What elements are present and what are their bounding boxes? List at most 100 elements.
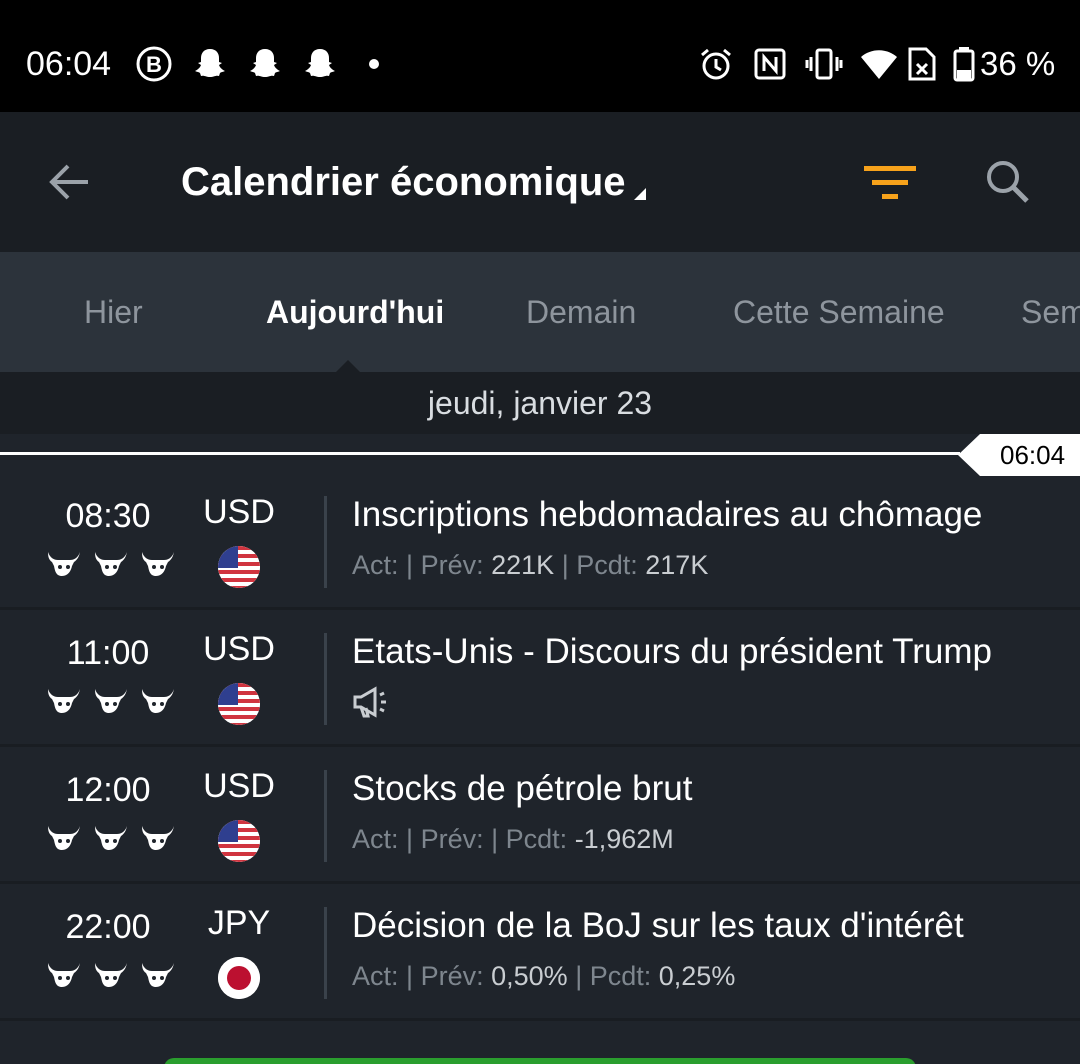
battery-icon — [952, 44, 976, 84]
forecast-label: Prév: — [420, 550, 484, 580]
actual-label: Act: — [352, 824, 399, 854]
bull-icon — [142, 689, 174, 713]
snapchat-icon — [245, 44, 285, 84]
current-time-line — [0, 452, 960, 455]
forecast-value: 0,50% — [491, 961, 568, 991]
svg-text:B: B — [146, 52, 162, 77]
us-flag-icon — [218, 820, 260, 862]
bull-icon — [142, 826, 174, 850]
app-bar: Calendrier économique — [0, 112, 1080, 252]
event-name: Etats-Unis - Discours du président Trump — [352, 632, 992, 671]
event-row[interactable]: 22:00 JPY Décision de la BoJ sur les tau… — [0, 887, 1080, 1021]
actual-label: Act: — [352, 961, 399, 991]
separator-bar: | — [561, 550, 569, 580]
bull-icon — [142, 552, 174, 576]
separator — [324, 633, 327, 725]
event-row[interactable]: 08:30 USD Inscriptions hebdomadaires au … — [0, 476, 1080, 610]
importance-bulls — [46, 548, 176, 578]
event-currency: USD — [203, 493, 275, 531]
tab-aujourdhui[interactable]: Aujourd'hui — [266, 292, 444, 332]
event-time: 12:00 — [65, 771, 151, 809]
search-icon — [987, 161, 1029, 203]
status-time: 06:04 — [26, 45, 112, 83]
event-name: Décision de la BoJ sur les taux d'intérê… — [352, 906, 964, 945]
date-label: jeudi, janvier 23 — [427, 385, 653, 421]
event-time: 08:30 — [65, 497, 151, 535]
date-header: jeudi, janvier 23 — [0, 372, 1080, 434]
jp-flag-icon — [218, 957, 260, 999]
dropdown-caret-icon[interactable] — [630, 184, 650, 204]
previous-value: 217K — [645, 550, 709, 580]
separator — [324, 496, 327, 588]
forecast-value: 221K — [491, 550, 555, 580]
bull-icon — [95, 963, 127, 987]
forecast-label: Prév: — [420, 961, 484, 991]
event-row[interactable]: 12:00 USD Stocks de pétrole brut Act: | … — [0, 750, 1080, 884]
bull-icon — [48, 826, 80, 850]
date-tabs: Hier Aujourd'hui Demain Cette Semaine Se… — [0, 252, 1080, 372]
battery-percent: 36 % — [980, 45, 1056, 82]
importance-bulls — [46, 959, 176, 989]
event-details: Act: | Prév: 221K | Pcdt: 217K — [352, 548, 708, 582]
sim-icon — [904, 44, 940, 84]
wifi-icon — [858, 44, 900, 84]
importance-bulls — [46, 685, 176, 715]
alarm-icon — [696, 44, 736, 84]
search-button[interactable] — [978, 152, 1042, 216]
snapchat-icon — [300, 44, 340, 84]
separator-bar: | — [575, 961, 583, 991]
separator-bar: | — [406, 550, 414, 580]
previous-label: Pcdt: — [505, 824, 568, 854]
filter-button[interactable] — [856, 152, 926, 212]
tab-semaine-prochaine[interactable]: Sem — [1021, 292, 1080, 332]
separator-bar: | — [406, 824, 414, 854]
event-row[interactable]: 11:00 USD Etats-Unis - Discours du prési… — [0, 613, 1080, 747]
us-flag-icon — [218, 546, 260, 588]
separator-bar: | — [491, 824, 499, 854]
event-details: Act: | Prév: 0,50% | Pcdt: 0,25% — [352, 959, 735, 993]
bottom-action-button[interactable] — [164, 1058, 916, 1064]
us-flag-icon — [218, 683, 260, 725]
actual-label: Act: — [352, 550, 399, 580]
event-currency: USD — [203, 630, 275, 668]
filter-icon — [864, 166, 916, 199]
tab-hier[interactable]: Hier — [84, 292, 143, 332]
dot-icon — [364, 44, 384, 84]
tab-demain[interactable]: Demain — [526, 292, 636, 332]
previous-value: -1,962M — [574, 824, 674, 854]
event-time: 22:00 — [65, 908, 151, 946]
event-details: Act: | Prév: | Pcdt: -1,962M — [352, 822, 674, 856]
separator-bar: | — [406, 961, 414, 991]
page-title[interactable]: Calendrier économique — [181, 158, 626, 206]
event-time: 11:00 — [66, 634, 150, 672]
back-arrow-icon — [49, 164, 88, 200]
event-name: Stocks de pétrole brut — [352, 769, 693, 808]
bull-icon — [48, 552, 80, 576]
snapchat-icon — [190, 44, 230, 84]
speech-megaphone-icon — [352, 685, 392, 719]
bull-icon — [48, 689, 80, 713]
nfc-icon — [750, 44, 790, 84]
forecast-label: Prév: — [420, 824, 484, 854]
separator — [324, 770, 327, 862]
previous-label: Pcdt: — [589, 961, 652, 991]
tab-cette-semaine[interactable]: Cette Semaine — [733, 292, 945, 332]
event-currency: USD — [203, 767, 275, 805]
vibrate-icon — [804, 44, 844, 84]
previous-label: Pcdt: — [576, 550, 638, 580]
b-icon: B — [134, 44, 174, 84]
previous-value: 0,25% — [658, 961, 736, 991]
bull-icon — [48, 963, 80, 987]
active-tab-indicator — [336, 360, 360, 372]
bull-icon — [95, 689, 127, 713]
importance-bulls — [46, 822, 176, 852]
separator — [324, 907, 327, 999]
status-bar: 06:04 B 36 % — [0, 0, 1080, 112]
event-name: Inscriptions hebdomadaires au chômage — [352, 495, 983, 534]
bull-icon — [142, 963, 174, 987]
back-button[interactable] — [40, 152, 100, 212]
current-time-label: 06:04 — [1000, 440, 1066, 470]
event-currency: JPY — [207, 904, 271, 942]
bull-icon — [95, 552, 127, 576]
bull-icon — [95, 826, 127, 850]
